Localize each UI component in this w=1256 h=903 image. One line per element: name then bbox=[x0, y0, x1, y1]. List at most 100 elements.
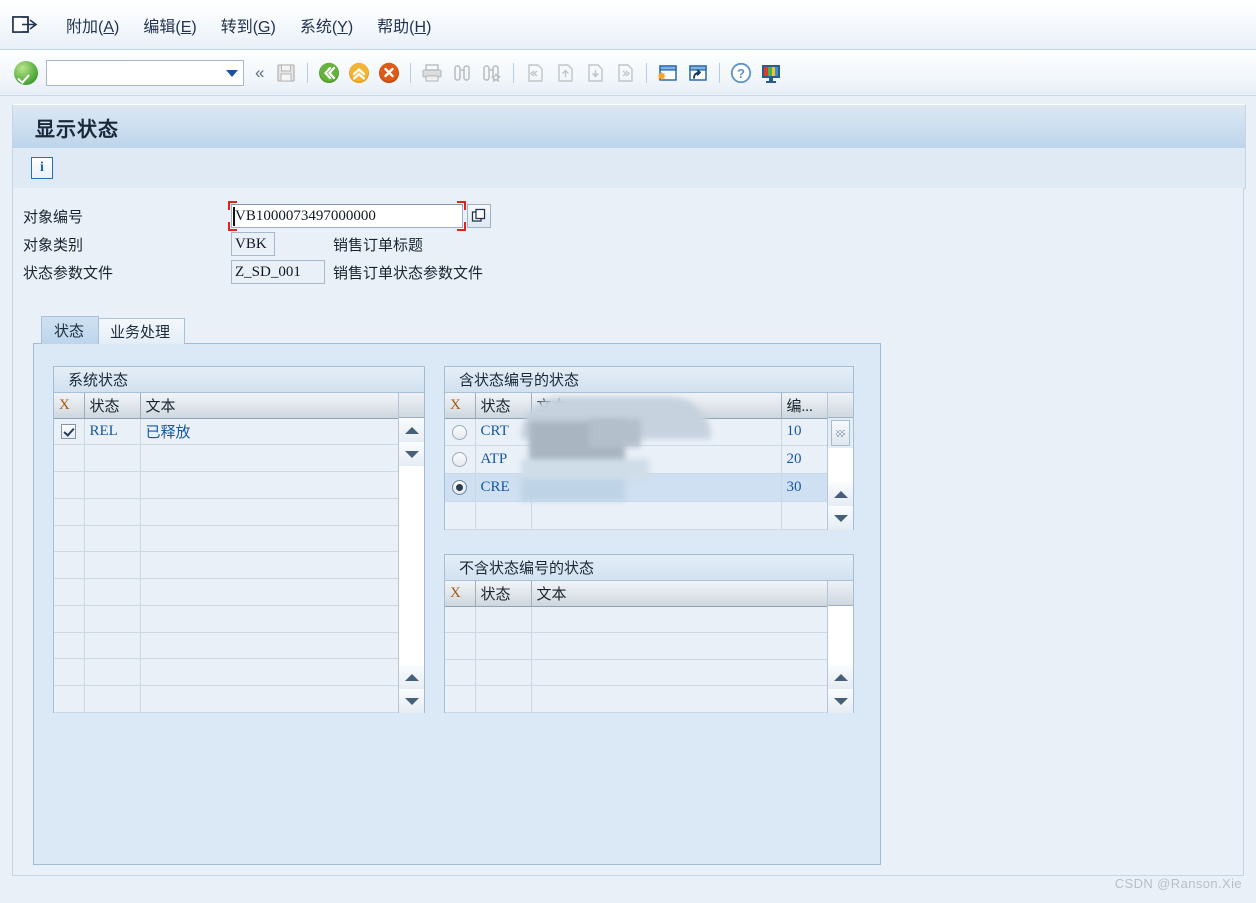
exit-icon[interactable] bbox=[345, 59, 373, 87]
first-page-icon[interactable] bbox=[521, 59, 549, 87]
row-checkbox-cell[interactable] bbox=[445, 606, 476, 634]
table-row[interactable] bbox=[54, 658, 398, 687]
table-row[interactable] bbox=[445, 685, 827, 713]
object-number-input[interactable]: VB1000073497000000 bbox=[231, 204, 463, 228]
row-checkbox-cell[interactable] bbox=[54, 685, 85, 713]
menu-item-3[interactable]: 系统(Y) bbox=[288, 9, 365, 41]
cancel-icon[interactable] bbox=[375, 59, 403, 87]
row-radio[interactable] bbox=[452, 424, 468, 440]
create-shortcut-icon[interactable] bbox=[684, 59, 712, 87]
table-row[interactable] bbox=[54, 525, 398, 553]
column-header-status[interactable]: 状态 bbox=[475, 393, 532, 419]
scroll-page-up-button[interactable] bbox=[399, 665, 424, 689]
row-status-cell: ATP bbox=[475, 445, 532, 475]
column-header-x[interactable]: X bbox=[445, 581, 476, 607]
table-row[interactable] bbox=[54, 685, 398, 713]
scroll-down-button[interactable] bbox=[399, 442, 424, 466]
scrollbar-track[interactable] bbox=[828, 606, 853, 665]
table-row[interactable] bbox=[445, 632, 827, 660]
row-radio[interactable] bbox=[452, 480, 468, 496]
menu-item-2[interactable]: 转到(G) bbox=[209, 9, 288, 41]
column-header-text[interactable]: 文本 bbox=[531, 393, 782, 419]
tab-status[interactable]: 状态 bbox=[41, 316, 100, 344]
column-header-status[interactable]: 状态 bbox=[84, 393, 141, 419]
row-checkbox-cell[interactable] bbox=[445, 685, 476, 713]
system-status-scrollbar[interactable] bbox=[398, 393, 424, 713]
command-field[interactable] bbox=[46, 59, 244, 86]
table-row[interactable]: REL 已释放 bbox=[54, 418, 398, 446]
matchcode-icon[interactable] bbox=[467, 204, 491, 228]
table-header-row: X 状态 文本 bbox=[54, 393, 398, 419]
table-row[interactable]: CRT 10 bbox=[445, 418, 827, 447]
table-row[interactable] bbox=[54, 551, 398, 580]
previous-page-icon[interactable] bbox=[551, 59, 579, 87]
table-row[interactable] bbox=[54, 498, 398, 526]
row-checkbox-cell[interactable] bbox=[54, 551, 85, 580]
last-page-icon[interactable] bbox=[611, 59, 639, 87]
row-checkbox-cell[interactable] bbox=[54, 498, 85, 526]
row-checkbox[interactable] bbox=[61, 423, 77, 439]
column-header-x[interactable]: X bbox=[54, 393, 85, 419]
scroll-up-button[interactable] bbox=[828, 665, 853, 689]
menu-item-0[interactable]: 附加(A) bbox=[54, 9, 131, 41]
column-header-text[interactable]: 文本 bbox=[140, 393, 398, 419]
info-icon[interactable]: i bbox=[31, 157, 53, 179]
row-checkbox-cell[interactable] bbox=[54, 418, 85, 446]
row-checkbox-cell[interactable] bbox=[445, 659, 476, 687]
scroll-down-button[interactable] bbox=[828, 689, 853, 713]
collapse-toolbar-button[interactable]: « bbox=[255, 63, 265, 83]
row-checkbox-cell[interactable] bbox=[445, 632, 476, 660]
customize-layout-icon[interactable] bbox=[757, 59, 785, 87]
row-checkbox-cell[interactable] bbox=[54, 632, 85, 660]
find-next-icon[interactable] bbox=[478, 59, 506, 87]
scroll-down-button[interactable] bbox=[828, 506, 853, 530]
table-row[interactable] bbox=[54, 605, 398, 633]
find-icon[interactable] bbox=[448, 59, 476, 87]
exit-arrow-icon[interactable] bbox=[10, 12, 40, 38]
row-checkbox-cell[interactable] bbox=[54, 658, 85, 687]
tab-business-transaction[interactable]: 业务处理 bbox=[97, 318, 186, 344]
command-input[interactable] bbox=[47, 61, 220, 84]
scrollbar-track[interactable] bbox=[828, 448, 853, 482]
help-icon[interactable]: ? bbox=[727, 59, 755, 87]
table-row[interactable]: CRE 30 bbox=[445, 473, 827, 503]
print-icon[interactable] bbox=[418, 59, 446, 87]
row-radio-cell[interactable] bbox=[445, 445, 476, 475]
column-header-status[interactable]: 状态 bbox=[475, 581, 532, 607]
column-header-number[interactable]: 编... bbox=[781, 393, 827, 419]
row-checkbox-cell[interactable] bbox=[54, 471, 85, 499]
back-icon[interactable] bbox=[315, 59, 343, 87]
create-session-icon[interactable] bbox=[654, 59, 682, 87]
row-checkbox-cell[interactable] bbox=[54, 525, 85, 553]
scroll-page-down-button[interactable] bbox=[399, 689, 424, 713]
scroll-up-button[interactable] bbox=[828, 482, 853, 506]
status-with-number-scrollbar[interactable] bbox=[827, 393, 853, 530]
menu-item-4[interactable]: 帮助(H) bbox=[365, 9, 443, 41]
table-row[interactable] bbox=[445, 659, 827, 687]
status-without-number-scrollbar[interactable] bbox=[827, 581, 853, 713]
green-check-icon[interactable] bbox=[14, 60, 38, 85]
table-row[interactable] bbox=[445, 606, 827, 634]
table-row[interactable] bbox=[54, 578, 398, 606]
row-checkbox-cell[interactable] bbox=[54, 605, 85, 633]
menu-item-1[interactable]: 编辑(E) bbox=[131, 9, 208, 41]
row-radio-cell[interactable] bbox=[445, 418, 476, 447]
chevron-down-icon[interactable] bbox=[226, 69, 238, 77]
table-row[interactable] bbox=[54, 444, 398, 473]
column-header-x[interactable]: X bbox=[445, 393, 476, 419]
next-page-icon[interactable] bbox=[581, 59, 609, 87]
table-row[interactable] bbox=[54, 471, 398, 499]
table-row[interactable] bbox=[54, 632, 398, 660]
scrollbar-track[interactable] bbox=[399, 466, 424, 665]
scroll-up-button[interactable] bbox=[399, 418, 424, 442]
row-radio-cell[interactable] bbox=[445, 473, 476, 503]
row-radio-cell[interactable] bbox=[445, 501, 476, 530]
row-checkbox-cell[interactable] bbox=[54, 578, 85, 606]
scrollbar-thumb[interactable] bbox=[831, 420, 850, 446]
column-header-text[interactable]: 文本 bbox=[531, 581, 827, 607]
table-row[interactable]: ATP 20 bbox=[445, 445, 827, 475]
row-radio[interactable] bbox=[452, 452, 468, 468]
row-checkbox-cell[interactable] bbox=[54, 444, 85, 473]
save-icon[interactable] bbox=[272, 59, 300, 87]
table-row[interactable] bbox=[445, 501, 827, 530]
